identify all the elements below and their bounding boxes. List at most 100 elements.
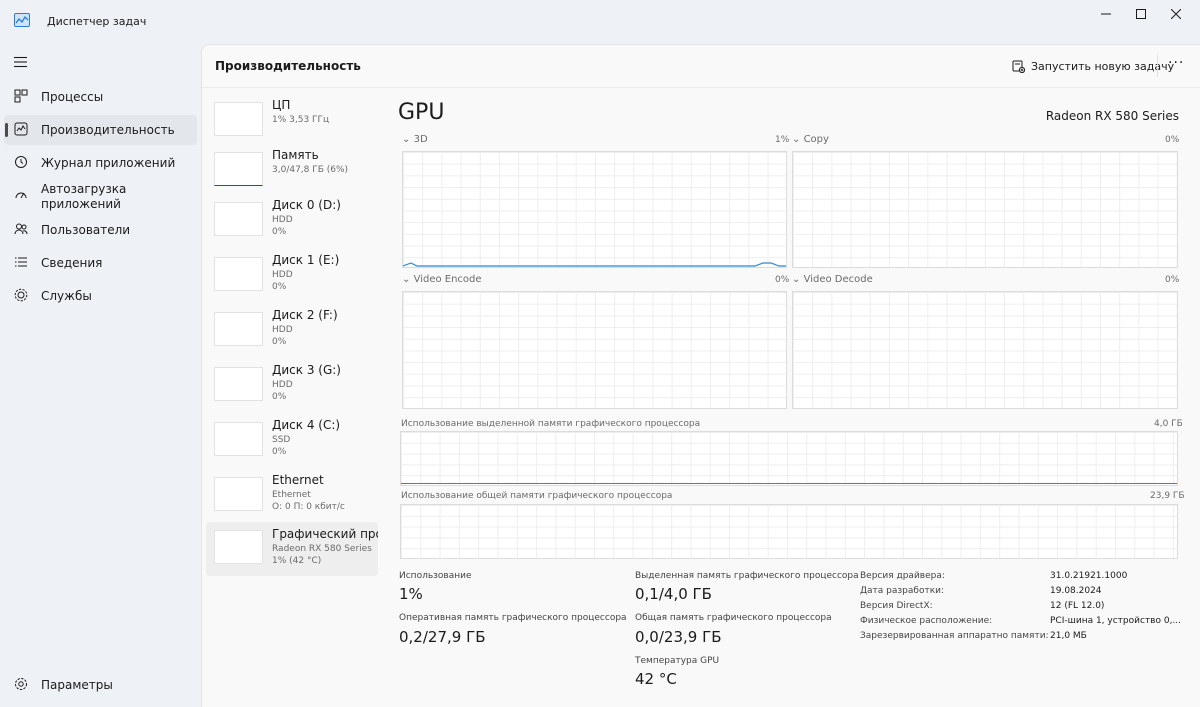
resource-item-disk-3[interactable]: Диск 3 (G:) HDD 0% xyxy=(206,363,378,417)
settings-button[interactable]: Параметры xyxy=(4,670,197,700)
graph-3d-line xyxy=(403,262,786,267)
header-divider xyxy=(1157,55,1158,77)
resource-item-disk-4[interactable]: Диск 4 (C:) SSD 0% xyxy=(206,418,378,472)
sidebar-item-label: Процессы xyxy=(41,90,104,104)
sidebar-item-label: Производительность xyxy=(41,123,175,137)
resource-item-disk-2[interactable]: Диск 2 (F:) HDD 0% xyxy=(206,308,378,362)
resource-item-gpu[interactable]: Графический процессор 0 Radeon RX 580 Se… xyxy=(206,522,378,576)
physical-location-label: Физическое расположение: xyxy=(860,616,993,626)
sidebar-item-processes[interactable]: Процессы xyxy=(4,82,197,112)
sidebar-item-services[interactable]: Службы xyxy=(4,281,197,311)
engine-label: Video Decode xyxy=(803,274,873,285)
directx-version-value: 12 (FL 12.0) xyxy=(1050,601,1105,611)
resource-name: ЦП xyxy=(272,98,291,112)
graph-video-encode xyxy=(402,291,787,409)
new-task-icon xyxy=(1012,60,1025,73)
resource-usage: 1% (42 °C) xyxy=(272,556,322,566)
resource-name: Диск 0 (D:) xyxy=(272,198,341,212)
sidebar-item-label: Службы xyxy=(41,289,92,303)
resource-usage: 0% xyxy=(272,337,287,347)
sidebar-item-startup[interactable]: Автозагрузка приложений xyxy=(4,181,197,211)
reserved-memory-value: 21,0 МБ xyxy=(1050,631,1087,641)
resource-usage: 0% xyxy=(272,282,287,292)
resource-item-cpu[interactable]: ЦП 1% 3,53 ГГц xyxy=(206,98,378,152)
memory-thumbnail-graph xyxy=(214,152,263,186)
resource-detail: 1% 3,53 ГГц xyxy=(272,115,330,125)
resource-item-memory[interactable]: Память 3,0/47,8 ГБ (6%) xyxy=(206,148,378,202)
resource-usage: 0% xyxy=(272,227,287,237)
gpu-ram-value: 0,2/27,9 ГБ xyxy=(399,628,486,646)
engine-dropdown-video-decode[interactable]: ⌄ Video Decode xyxy=(792,274,873,285)
driver-date-value: 19.08.2024 xyxy=(1050,586,1102,596)
sidebar-item-label: Пользователи xyxy=(41,223,131,237)
resource-name: Диск 4 (C:) xyxy=(272,418,341,432)
settings-label: Параметры xyxy=(41,678,113,692)
hamburger-menu-icon[interactable] xyxy=(13,56,29,68)
resource-detail: HDD xyxy=(272,270,293,280)
engine-dropdown-copy[interactable]: ⌄ Copy xyxy=(792,134,829,145)
dedicated-memory-line xyxy=(401,483,1177,484)
close-button[interactable] xyxy=(1153,0,1199,28)
graph-copy xyxy=(792,151,1178,268)
resource-item-disk-0[interactable]: Диск 0 (D:) HDD 0% xyxy=(206,198,378,252)
resource-detail: HDD xyxy=(272,325,293,335)
gear-icon xyxy=(15,678,27,690)
sidebar-item-details[interactable]: Сведения xyxy=(4,248,197,278)
resource-detail: 3,0/47,8 ГБ (6%) xyxy=(272,165,349,175)
sidebar-item-app-history[interactable]: Журнал приложений xyxy=(4,148,197,178)
engine-label: 3D xyxy=(413,134,428,145)
utilization-label: Использование xyxy=(399,571,472,581)
dedicated-memory-label: Выделенная память графического процессор… xyxy=(635,571,859,581)
processes-icon xyxy=(14,89,28,103)
chevron-down-icon: ⌄ xyxy=(402,274,411,285)
task-manager-icon xyxy=(14,13,30,27)
header-divider-line xyxy=(202,87,1200,88)
maximize-icon xyxy=(1136,9,1146,19)
ethernet-thumbnail-graph xyxy=(214,477,263,511)
shared-memory-graph xyxy=(400,504,1178,559)
run-new-task-label: Запустить новую задачу xyxy=(1031,59,1175,73)
driver-version-label: Версия драйвера: xyxy=(860,571,945,581)
engine-label: Video Encode xyxy=(413,274,482,285)
directx-version-label: Версия DirectX: xyxy=(860,601,933,611)
resource-name: Диск 1 (E:) xyxy=(272,253,340,267)
sidebar: Процессы Производительность Журнал прило… xyxy=(0,44,201,707)
sidebar-item-users[interactable]: Пользователи xyxy=(4,215,197,245)
physical-location-value: PCI-шина 1, устройство 0,... xyxy=(1050,616,1182,626)
shared-memory-value: 0,0/23,9 ГБ xyxy=(635,628,722,646)
engine-dropdown-3d[interactable]: ⌄ 3D xyxy=(402,134,428,145)
users-icon xyxy=(14,223,28,235)
close-icon xyxy=(1171,9,1181,19)
sidebar-item-performance[interactable]: Производительность xyxy=(4,115,197,145)
driver-date-label: Дата разработки: xyxy=(860,586,945,596)
engine-label: Copy xyxy=(803,134,829,145)
more-options-button[interactable]: ··· xyxy=(1168,55,1184,71)
graph-3d xyxy=(402,151,787,268)
engine-percent: 1% xyxy=(775,135,790,145)
engine-percent: 0% xyxy=(1165,275,1180,285)
gpu-thumbnail-graph xyxy=(214,530,263,564)
disk-thumbnail-graph xyxy=(214,367,263,401)
resource-name: Графический процессор 0 xyxy=(272,527,378,541)
app-history-icon xyxy=(15,156,27,168)
window-title: Диспетчер задач xyxy=(47,15,147,28)
dedicated-memory-graph-label: Использование выделенной памяти графичес… xyxy=(401,419,701,429)
services-icon xyxy=(14,288,28,302)
run-new-task-button[interactable]: Запустить новую задачу xyxy=(1012,57,1174,75)
resource-item-ethernet[interactable]: Ethernet Ethernet О: 0 П: 0 кбит/с xyxy=(206,473,378,527)
disk-thumbnail-graph xyxy=(214,422,263,456)
dedicated-memory-value: 0,1/4,0 ГБ xyxy=(635,585,712,603)
sidebar-item-label: Сведения xyxy=(41,256,103,270)
resource-usage: О: 0 П: 0 кбит/с xyxy=(272,502,345,512)
resource-detail: SSD xyxy=(272,435,291,445)
engine-percent: 0% xyxy=(775,275,790,285)
resource-item-disk-1[interactable]: Диск 1 (E:) HDD 0% xyxy=(206,253,378,307)
engine-dropdown-video-encode[interactable]: ⌄ Video Encode xyxy=(402,274,482,285)
driver-version-value: 31.0.21921.1000 xyxy=(1050,571,1128,581)
shared-memory-max: 23,9 ГБ xyxy=(1150,491,1185,501)
gpu-ram-label: Оперативная память графического процессо… xyxy=(399,613,627,623)
cpu-thumbnail-graph xyxy=(214,102,263,136)
resource-name: Диск 3 (G:) xyxy=(272,363,341,377)
performance-icon xyxy=(14,122,28,136)
engine-percent: 0% xyxy=(1165,135,1180,145)
